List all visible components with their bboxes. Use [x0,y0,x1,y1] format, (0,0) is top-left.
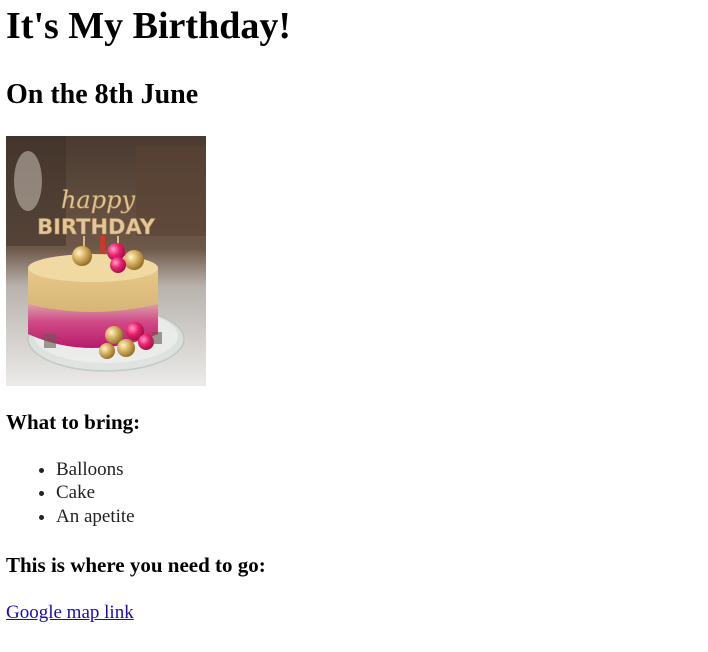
list-item: Cake [56,481,135,504]
birthday-cake-image: happy BIRTHDAY [6,136,206,386]
location-heading: This is where you need to go: [6,553,266,577]
bring-heading: What to bring: [6,410,141,434]
list-item: Balloons [56,458,135,481]
birthday-page: It's My Birthday! On the 8th June happy … [0,0,708,652]
list-item: An apetite [56,505,135,528]
bring-list: Balloons Cake An apetite [16,458,135,528]
google-map-link[interactable]: Google map link [6,601,134,625]
event-date: On the 8th June [6,79,199,110]
cake-topper-birthday: BIRTHDAY [37,215,156,239]
cake-topper-happy: happy [61,186,135,214]
page-title: It's My Birthday! [6,5,291,47]
